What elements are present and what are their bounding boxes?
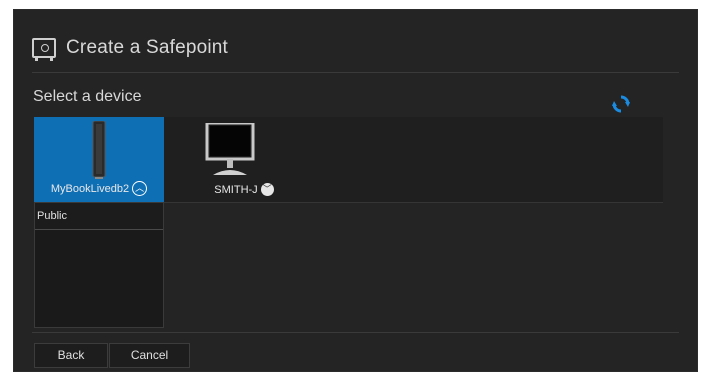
device-name: MyBookLivedb2: [50, 182, 130, 195]
device-list: MyBookLivedb2 ︿ SMITH-J ﹀: [34, 117, 663, 203]
chevron-down-icon[interactable]: ﹀: [260, 183, 274, 196]
device-label: SMITH-J ﹀: [179, 183, 309, 196]
back-button[interactable]: Back: [34, 343, 108, 368]
device-label: MyBookLivedb2 ︿: [34, 181, 164, 196]
device-name: SMITH-J: [214, 183, 258, 196]
share-list: Public: [34, 202, 164, 328]
device-item-mybooklivedb2[interactable]: MyBookLivedb2 ︿: [34, 117, 164, 202]
dialog-header: Create a Safepoint: [32, 34, 228, 62]
device-item-smith-j[interactable]: SMITH-J ﹀: [179, 117, 309, 202]
share-item-public[interactable]: Public: [35, 203, 163, 230]
footer-divider: [32, 332, 679, 333]
chevron-up-icon[interactable]: ︿: [132, 181, 148, 196]
cancel-button[interactable]: Cancel: [109, 343, 190, 368]
header-divider: [32, 72, 679, 73]
monitor-icon: [205, 123, 255, 175]
safe-icon: [32, 38, 56, 61]
nas-drive-icon: [92, 121, 106, 179]
refresh-icon[interactable]: [611, 94, 631, 114]
section-label: Select a device: [33, 88, 142, 105]
safepoint-dialog: Create a Safepoint Select a device MyBoo…: [13, 9, 698, 372]
dialog-title: Create a Safepoint: [66, 37, 229, 58]
